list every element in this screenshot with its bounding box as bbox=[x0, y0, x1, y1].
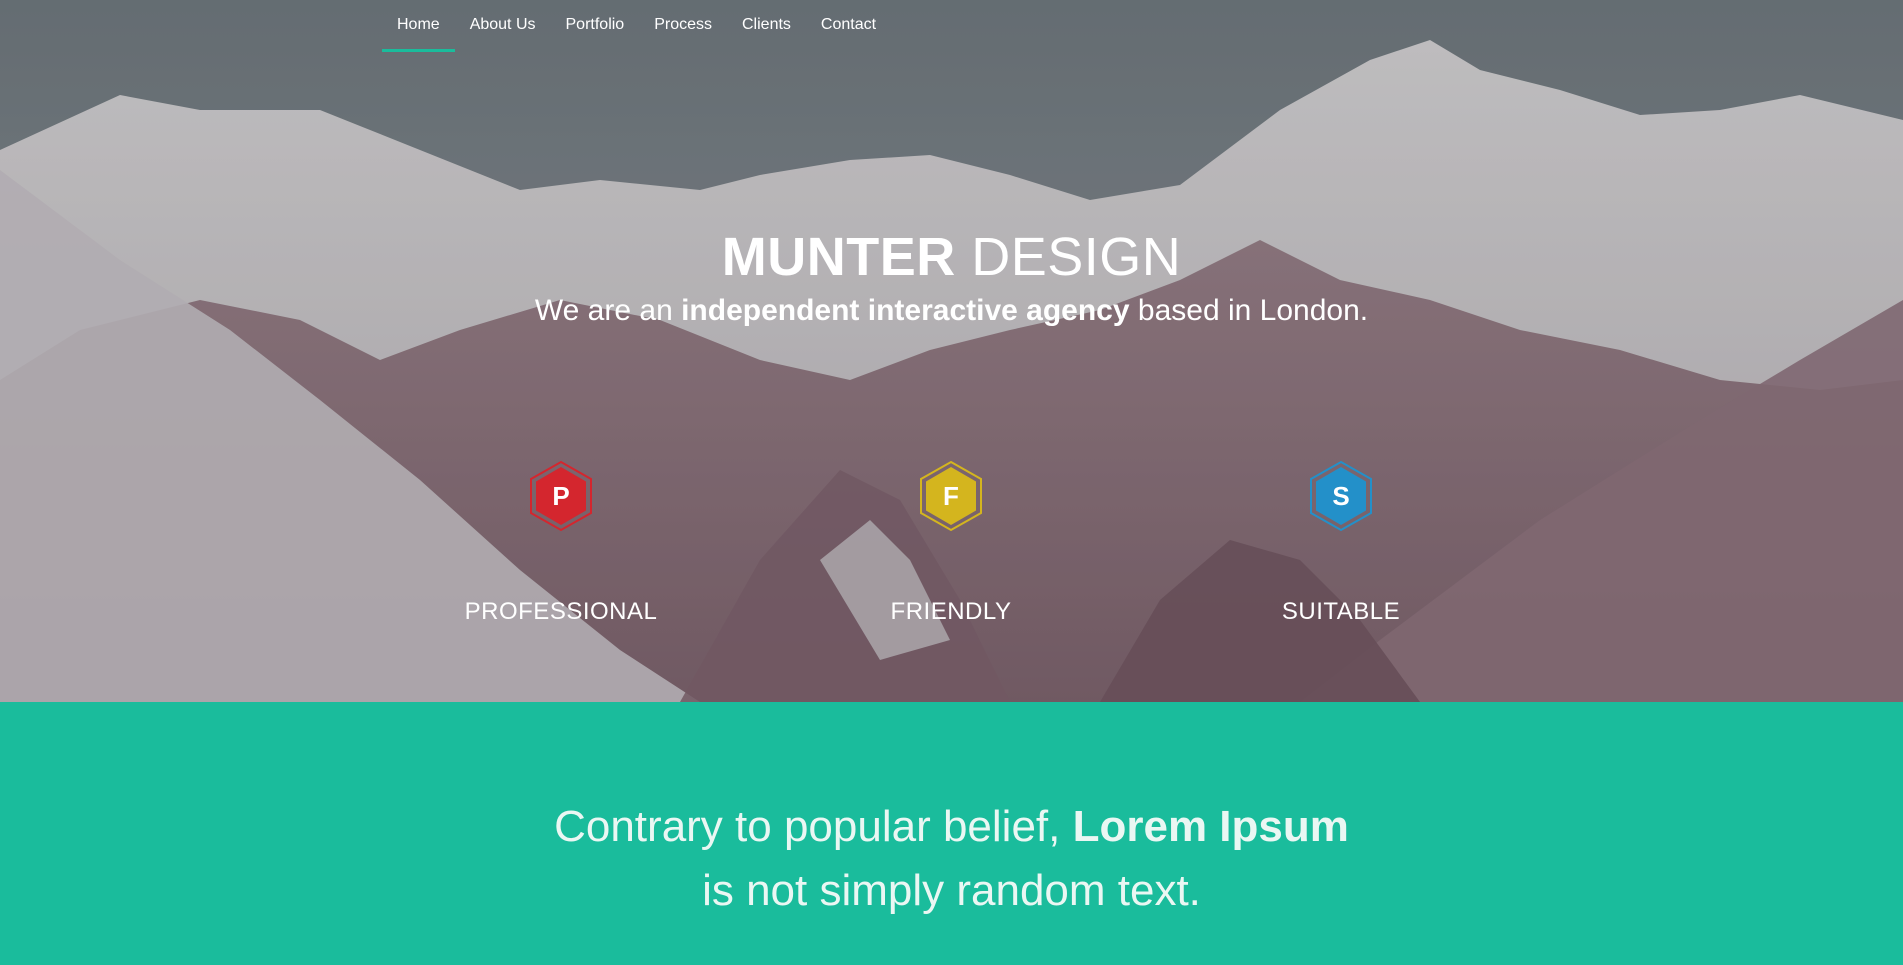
feature-letter: S bbox=[1332, 481, 1349, 511]
nav-item-portfolio[interactable]: Portfolio bbox=[551, 0, 640, 52]
nav-item-home[interactable]: Home bbox=[382, 0, 455, 52]
feature-friendly: F FRIENDLY bbox=[801, 460, 1101, 626]
nav-item-contact[interactable]: Contact bbox=[806, 0, 891, 52]
nav-item-label: About Us bbox=[469, 16, 536, 33]
nav-item-about-us[interactable]: About Us bbox=[455, 0, 551, 52]
hero-subtitle: We are an independent interactive agency… bbox=[0, 294, 1903, 328]
nav-item-label: Clients bbox=[742, 16, 791, 33]
intro-quote-bold: Lorem Ipsum bbox=[1072, 802, 1349, 851]
hero-subtitle-pre: We are an bbox=[534, 294, 682, 327]
hexagon-f-icon: F bbox=[920, 460, 982, 532]
hero-title-light: DESIGN bbox=[955, 227, 1182, 287]
intro-quote: Contrary to popular belief, Lorem Ipsum … bbox=[0, 795, 1903, 923]
nav-item-label: Contact bbox=[820, 16, 877, 33]
nav-item-label: Home bbox=[397, 16, 440, 33]
intro-quote-line-2: is not simply random text. bbox=[702, 866, 1201, 915]
intro-quote-line-1: Contrary to popular belief, Lorem Ipsum bbox=[0, 795, 1903, 859]
feature-letter: F bbox=[943, 481, 959, 511]
feature-suitable: S SUITABLE bbox=[1191, 460, 1491, 626]
hexagon-s-icon: S bbox=[1310, 460, 1372, 532]
hero-subtitle-post: based in London. bbox=[1129, 294, 1369, 327]
feature-label: SUITABLE bbox=[1281, 598, 1401, 625]
hero-subtitle-bold: independent interactive agency bbox=[681, 294, 1130, 327]
hero-title: MUNTER DESIGN bbox=[0, 226, 1903, 288]
nav-item-process[interactable]: Process bbox=[639, 0, 727, 52]
hero-section: Home About Us Portfolio Process Clients … bbox=[0, 0, 1903, 702]
hero-title-bold: MUNTER bbox=[721, 227, 956, 287]
feature-label: PROFESSIONAL bbox=[464, 598, 658, 625]
nav-item-clients[interactable]: Clients bbox=[727, 0, 806, 52]
nav-item-label: Portfolio bbox=[565, 16, 625, 33]
feature-label: FRIENDLY bbox=[890, 598, 1012, 625]
main-nav: Home About Us Portfolio Process Clients … bbox=[382, 0, 891, 52]
intro-quote-pre: Contrary to popular belief, bbox=[554, 802, 1073, 851]
feature-letter: P bbox=[552, 481, 569, 511]
nav-item-label: Process bbox=[654, 16, 712, 33]
feature-professional: P PROFESSIONAL bbox=[411, 460, 711, 626]
hexagon-p-icon: P bbox=[530, 460, 592, 532]
